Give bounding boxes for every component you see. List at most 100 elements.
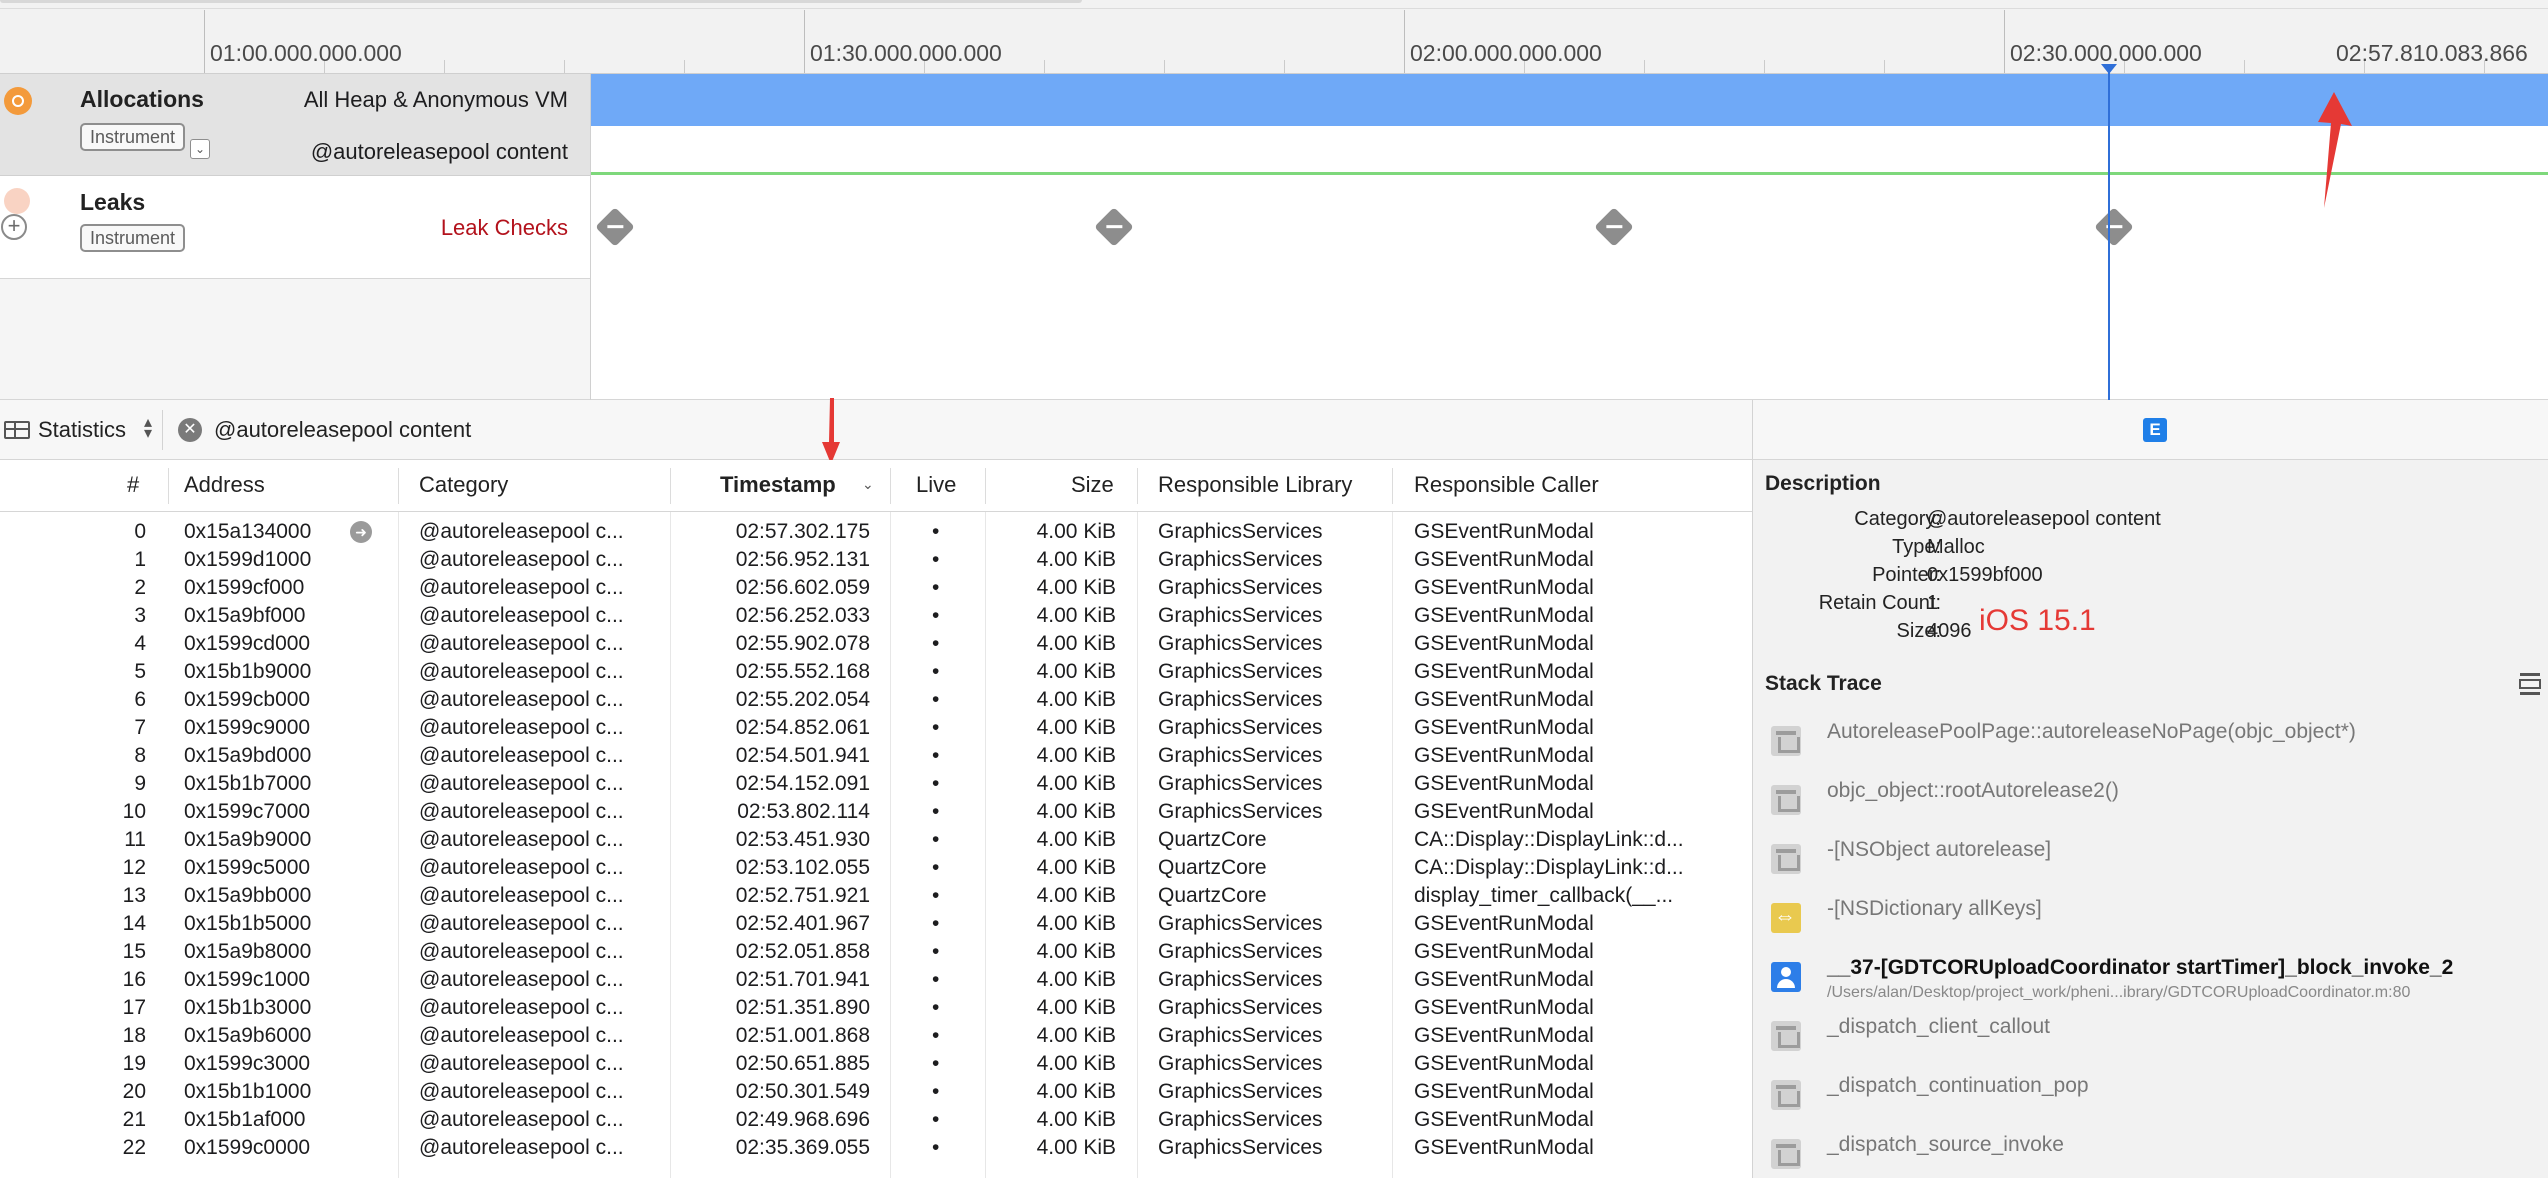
stack-trace-title: Stack Trace xyxy=(1765,672,1882,695)
leaks-instrument-badge: Instrument xyxy=(80,224,186,252)
table-row[interactable]: 16 0x1599c1000 @autoreleasepool c... 02:51.… xyxy=(0,966,1752,994)
timeline-ruler[interactable]: 01:00.000.000.000 01:30.000.000.000 02:0… xyxy=(0,0,2548,74)
cell-responsible-library: GraphicsServices xyxy=(1158,912,1323,935)
cell-responsible-library: QuartzCore xyxy=(1158,884,1267,907)
stack-trace-options-icon[interactable] xyxy=(2517,672,2543,696)
stack-frame[interactable]: _dispatch_client_callout xyxy=(1753,1011,2548,1071)
autoreleasepool-graph-lane[interactable] xyxy=(591,126,2548,176)
track-label-heap[interactable]: All Heap & Anonymous VM xyxy=(304,87,568,113)
table-row[interactable]: 12 0x1599c5000 @autoreleasepool c... 02:53.… xyxy=(0,854,1752,882)
table-row[interactable]: 18 0x15a9b6000 @autoreleasepool c... 02:51.… xyxy=(0,1022,1752,1050)
stack-frame[interactable]: _dispatch_source_invoke xyxy=(1753,1129,2548,1178)
table-row[interactable]: 14 0x15b1b5000 @autoreleasepool c... 02:52.… xyxy=(0,910,1752,938)
column-header-responsible-library[interactable]: Responsible Library xyxy=(1158,472,1352,498)
cell-index: 1 xyxy=(134,548,146,571)
leaks-graph-lane[interactable] xyxy=(591,176,2548,279)
column-header-responsible-caller[interactable]: Responsible Caller xyxy=(1414,472,1599,498)
cell-index: 10 xyxy=(122,800,146,823)
table-row[interactable]: 8 0x15a9bd000 @autoreleasepool c... 02:54.5… xyxy=(0,742,1752,770)
column-separator[interactable] xyxy=(890,468,891,504)
clear-filter-button[interactable]: ✕ xyxy=(178,418,202,442)
column-separator[interactable] xyxy=(1137,468,1138,504)
table-row[interactable]: 19 0x1599c3000 @autoreleasepool c... 02:50.… xyxy=(0,1050,1752,1078)
column-header-address[interactable]: Address xyxy=(184,472,265,498)
column-header-live[interactable]: Live xyxy=(916,472,956,498)
table-row[interactable]: 5 0x15b1b9000 @autoreleasepool c... 02:55.5… xyxy=(0,658,1752,686)
column-header-timestamp[interactable]: Timestamp xyxy=(720,472,836,498)
cell-live: • xyxy=(932,828,940,851)
library-icon xyxy=(1771,785,1801,815)
cell-address: 0x1599cf000 xyxy=(184,576,305,599)
table-row[interactable]: 6 0x1599cb000 @autoreleasepool c... 02:55.2… xyxy=(0,686,1752,714)
timeline-scroll-knob[interactable] xyxy=(0,0,1082,3)
table-row[interactable]: 10 0x1599c7000 @autoreleasepool c... 02:53.… xyxy=(0,798,1752,826)
ruler-major-tick xyxy=(2004,10,2005,73)
column-separator[interactable] xyxy=(168,468,169,504)
detail-view-selector[interactable]: Statistics xyxy=(38,417,126,443)
cell-responsible-library: GraphicsServices xyxy=(1158,1052,1323,1075)
stack-frame[interactable]: -[NSObject autorelease] xyxy=(1753,834,2548,894)
table-row[interactable]: 2 0x1599cf000 @autoreleasepool c... 02:56.6… xyxy=(0,574,1752,602)
cell-responsible-library: GraphicsServices xyxy=(1158,772,1323,795)
stack-frame[interactable]: __37-[GDTCORUploadCoordinator startTimer… xyxy=(1753,952,2548,1012)
allocations-table[interactable]: # Address Category Timestamp ⌄ Live Size… xyxy=(0,460,1752,1178)
updown-chevron-icon[interactable]: ▴ ▾ xyxy=(144,415,152,442)
table-row[interactable]: 0 0x15a134000 @autoreleasepool c... 02:57.3… xyxy=(0,518,1752,546)
description-field: Retain Count: 1 xyxy=(1753,592,2548,620)
column-separator[interactable] xyxy=(398,468,399,504)
ruler-major-tick xyxy=(804,10,805,73)
allocations-name: Allocations xyxy=(80,86,204,112)
cell-size: 4.00 KiB xyxy=(1036,940,1116,963)
cell-live: • xyxy=(932,800,940,823)
sort-descending-icon[interactable]: ⌄ xyxy=(862,476,874,493)
filter-breadcrumb[interactable]: @autoreleasepool content xyxy=(214,417,471,443)
ruler-label: 02:00.000.000.000 xyxy=(1410,40,1602,66)
table-row[interactable]: 13 0x15a9bb000 @autoreleasepool c... 02:52.… xyxy=(0,882,1752,910)
table-row[interactable]: 9 0x15b1b7000 @autoreleasepool c... 02:54.1… xyxy=(0,770,1752,798)
go-to-arrow-icon[interactable]: ➜ xyxy=(350,521,372,543)
table-row[interactable]: 21 0x15b1af000 @autoreleasepool c... 02:49.… xyxy=(0,1106,1752,1134)
chevron-down-icon[interactable]: ⌄ xyxy=(190,139,210,159)
table-row[interactable]: 20 0x15b1b1000 @autoreleasepool c... 02:50.… xyxy=(0,1078,1752,1106)
cell-timestamp: 02:54.152.091 xyxy=(735,772,870,795)
table-row[interactable]: 4 0x1599cd000 @autoreleasepool c... 02:55.9… xyxy=(0,630,1752,658)
cell-size: 4.00 KiB xyxy=(1036,744,1116,767)
description-field: Type: Malloc xyxy=(1753,536,2548,564)
cell-live: • xyxy=(932,744,940,767)
field-key: Retain Count: xyxy=(1818,592,1941,614)
stack-frame[interactable]: objc_object::rootAutorelease2() xyxy=(1753,775,2548,835)
cell-address: 0x1599cd000 xyxy=(184,632,311,655)
extended-detail-button[interactable]: E xyxy=(2143,418,2167,442)
track-label-leak-checks[interactable]: Leak Checks xyxy=(441,215,568,241)
table-row[interactable]: 17 0x15b1b3000 @autoreleasepool c... 02:51.… xyxy=(0,994,1752,1022)
cell-responsible-caller: GSEventRunModal xyxy=(1414,772,1594,795)
cell-live: • xyxy=(932,688,940,711)
column-separator[interactable] xyxy=(985,468,986,504)
table-row[interactable]: 1 0x1599d1000 @autoreleasepool c... 02:56.9… xyxy=(0,546,1752,574)
column-header-size[interactable]: Size xyxy=(1071,472,1114,498)
playhead-handle[interactable] xyxy=(2101,64,2117,74)
table-row[interactable]: 15 0x15a9b8000 @autoreleasepool c... 02:52.… xyxy=(0,938,1752,966)
track-label-autoreleasepool[interactable]: @autoreleasepool content xyxy=(311,139,568,165)
table-row[interactable]: 7 0x1599c9000 @autoreleasepool c... 02:54.8… xyxy=(0,714,1752,742)
column-separator[interactable] xyxy=(670,468,671,504)
cell-timestamp: 02:56.252.033 xyxy=(735,604,870,627)
stack-frame[interactable]: -[NSDictionary allKeys] xyxy=(1753,893,2548,953)
column-separator[interactable] xyxy=(1392,468,1393,504)
allocations-graph-lane[interactable] xyxy=(591,74,2548,126)
add-instrument-button[interactable]: + xyxy=(1,214,27,240)
stack-frame[interactable]: _dispatch_continuation_pop xyxy=(1753,1070,2548,1130)
table-view-icon[interactable] xyxy=(4,421,30,439)
table-row[interactable]: 3 0x15a9bf000 @autoreleasepool c... 02:56.2… xyxy=(0,602,1752,630)
cell-responsible-caller: GSEventRunModal xyxy=(1414,1024,1594,1047)
stack-frame-symbol: objc_object::rootAutorelease2() xyxy=(1827,779,2119,802)
playhead-line[interactable] xyxy=(2108,68,2110,400)
column-header-category[interactable]: Category xyxy=(419,472,508,498)
table-row[interactable]: 22 0x1599c0000 @autoreleasepool c... 02:35.… xyxy=(0,1134,1752,1162)
ruler-minor-tick xyxy=(444,60,445,73)
column-header-index[interactable]: # xyxy=(127,472,139,498)
table-row[interactable]: 11 0x15a9b9000 @autoreleasepool c... 02:53.… xyxy=(0,826,1752,854)
cell-responsible-library: QuartzCore xyxy=(1158,856,1267,879)
stack-frame[interactable]: AutoreleasePoolPage::autoreleaseNoPage(o… xyxy=(1753,716,2548,776)
cell-timestamp: 02:57.302.175 xyxy=(735,520,870,543)
